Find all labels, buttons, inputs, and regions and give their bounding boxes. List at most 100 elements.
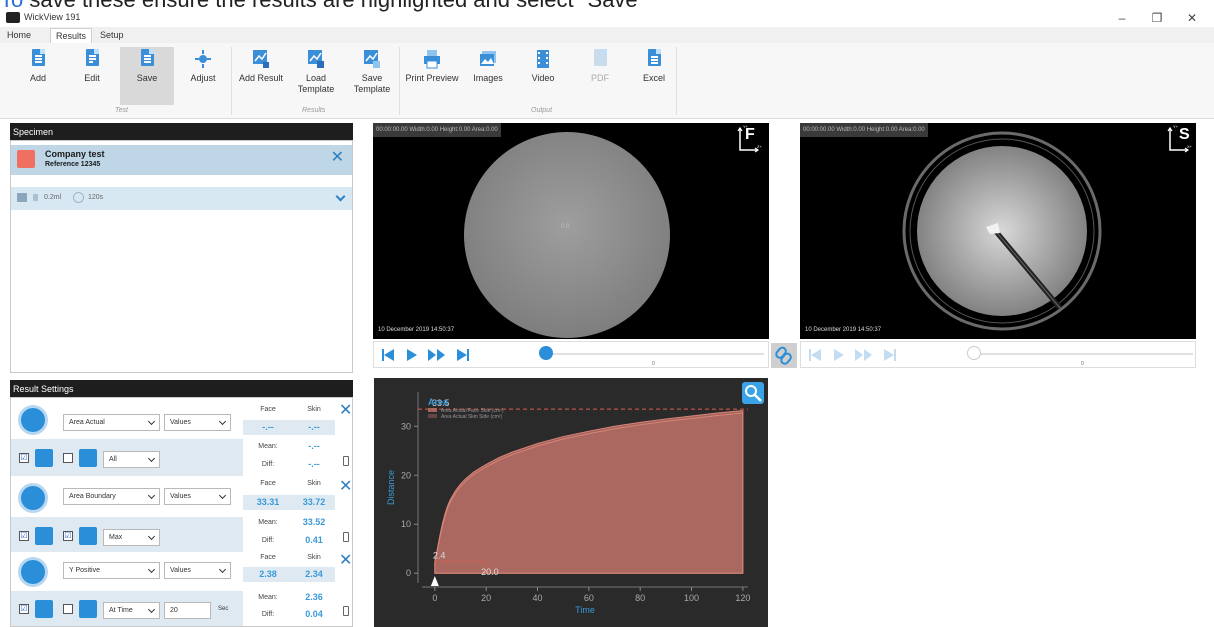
close-button[interactable]: ✕ — [1177, 10, 1207, 26]
pdf-button[interactable]: PDF — [580, 47, 620, 105]
skip-end-icon[interactable] — [456, 348, 470, 362]
face-video-frame — [464, 132, 670, 338]
play-icon — [834, 349, 844, 361]
mode-select[interactable]: Values — [164, 562, 231, 579]
save-button[interactable]: Save — [120, 47, 174, 105]
side-video-view[interactable]: 00:00:00.00 Width:0.00 Height:0.00 Area:… — [800, 123, 1196, 339]
x-tick-label: 0 — [432, 593, 437, 603]
filter-select-value: All — [109, 456, 117, 463]
time-unit-label: Sec — [218, 606, 229, 612]
skip-start-icon[interactable] — [381, 348, 395, 362]
ribbon-divider — [231, 47, 232, 115]
face-video-view[interactable]: 00:00:00.00 Width:0.00 Height:0.00 Area:… — [373, 123, 769, 339]
window-title: WickView 191 — [24, 12, 81, 22]
face-checkbox[interactable]: ☑ — [19, 604, 29, 614]
print-preview-button[interactable]: Print Preview — [403, 47, 461, 105]
save-template-icon — [363, 49, 381, 69]
save-template-button[interactable]: Save Template — [350, 47, 394, 105]
face-value: 2.38 — [259, 569, 277, 579]
face-slider-value: 0 — [652, 361, 655, 367]
save-label: Save — [136, 73, 158, 83]
save-template-label-2: Template — [353, 84, 391, 94]
images-button[interactable]: Images — [468, 47, 508, 105]
add-result-button[interactable]: Add Result — [235, 47, 287, 105]
excel-label: Excel — [642, 73, 665, 83]
measure-select[interactable]: Y Positive — [63, 562, 160, 579]
timer-icon — [73, 192, 84, 203]
face-column-label: Face — [260, 554, 276, 561]
face-value: -.-- — [262, 422, 274, 432]
face-axis-y-label: Y+ — [743, 124, 749, 129]
skin-checkbox[interactable] — [63, 604, 73, 614]
specimen-duration: 120s — [88, 194, 104, 201]
face-column-label: Face — [260, 406, 276, 413]
add-button[interactable]: Add — [19, 47, 57, 105]
restore-button[interactable]: ❐ — [1142, 10, 1172, 26]
battery-icon — [343, 606, 349, 616]
specimen-details-row[interactable]: 0.2ml 120s — [11, 187, 352, 210]
face-checkbox[interactable]: ☑ — [19, 453, 29, 463]
measure-select[interactable]: Area Actual — [63, 414, 160, 431]
add-label: Add — [29, 73, 46, 83]
images-icon — [479, 49, 497, 69]
face-checkbox[interactable]: ☑ — [19, 531, 29, 541]
measure-select-value: Area Actual — [69, 419, 105, 426]
load-template-button[interactable]: Load Template — [294, 47, 338, 105]
area-chart: 01020300 20 40 60 80 100 120TimeDistance33.52.… — [386, 392, 750, 615]
x-tick-label: 100 — [684, 593, 699, 603]
excel-button[interactable]: Excel — [634, 47, 674, 105]
link-views-button[interactable] — [771, 343, 797, 368]
play-icon[interactable] — [405, 348, 419, 362]
tab-setup[interactable]: Setup — [95, 28, 129, 43]
battery-icon — [343, 532, 349, 542]
measure-select-value: Area Boundary — [69, 493, 116, 500]
remove-result-icon[interactable]: ✕ — [339, 403, 352, 419]
chevron-down-icon[interactable] — [335, 191, 346, 202]
edit-button[interactable]: Edit — [73, 47, 111, 105]
remove-specimen-icon[interactable]: ✕ — [331, 150, 344, 166]
legend-swatch — [428, 408, 437, 412]
face-value: 33.31 — [256, 497, 280, 507]
remove-result-icon[interactable]: ✕ — [339, 553, 352, 569]
chevron-down-icon — [147, 454, 156, 463]
result-values: Face Skin -.-- -.-- Mean: -.-- Diff: -.-… — [243, 400, 352, 476]
fast-forward-icon[interactable] — [427, 348, 447, 362]
side-slider-value: 0 — [1081, 361, 1084, 367]
remove-result-icon[interactable]: ✕ — [339, 479, 352, 495]
measure-select[interactable]: Area Boundary — [63, 488, 160, 505]
tab-results[interactable]: Results — [50, 28, 93, 43]
skin-checkbox[interactable]: ☑ — [63, 531, 73, 541]
mode-select[interactable]: Values — [164, 414, 231, 431]
group-label-results: Results — [302, 107, 326, 114]
adjust-icon — [194, 49, 212, 69]
specimen-header: Specimen — [10, 123, 353, 141]
zoom-chart-button[interactable] — [742, 382, 764, 404]
face-view-icon — [35, 600, 53, 618]
video-label: Video — [531, 73, 555, 83]
mode-select[interactable]: Values — [164, 488, 231, 505]
result-settings-panel: Area Actual Values ☑ All Face Skin -.-- … — [10, 397, 353, 627]
video-button[interactable]: Video — [523, 47, 563, 105]
adjust-button[interactable]: Adjust — [183, 47, 223, 105]
mean-value: -.-- — [308, 441, 320, 451]
skin-column-label: Skin — [307, 554, 321, 561]
ribbon-divider — [399, 47, 400, 115]
minimize-button[interactable]: – — [1107, 10, 1137, 26]
zoom-icon — [745, 385, 762, 402]
face-slider-track[interactable] — [544, 353, 764, 355]
filter-select[interactable]: At Time — [103, 602, 160, 619]
face-slider-handle[interactable] — [539, 346, 553, 360]
mode-select-value: Values — [170, 419, 191, 426]
chevron-down-icon — [147, 417, 156, 426]
printer-icon — [423, 49, 441, 69]
time-input[interactable]: 20 — [164, 602, 211, 619]
legend-item: Area Actual Skin Side (cm²) — [441, 414, 502, 420]
filter-select[interactable]: All — [103, 451, 160, 468]
filter-select[interactable]: Max — [103, 529, 160, 546]
save-template-label-1: Save — [361, 73, 383, 83]
tab-home[interactable]: Home — [2, 28, 36, 43]
specimen-card[interactable]: Company test Reference 12345 ✕ — [11, 145, 352, 175]
result-row-measure: Area Actual Values — [11, 400, 243, 437]
skin-checkbox[interactable] — [63, 453, 73, 463]
mean-value: 33.52 — [302, 517, 326, 527]
